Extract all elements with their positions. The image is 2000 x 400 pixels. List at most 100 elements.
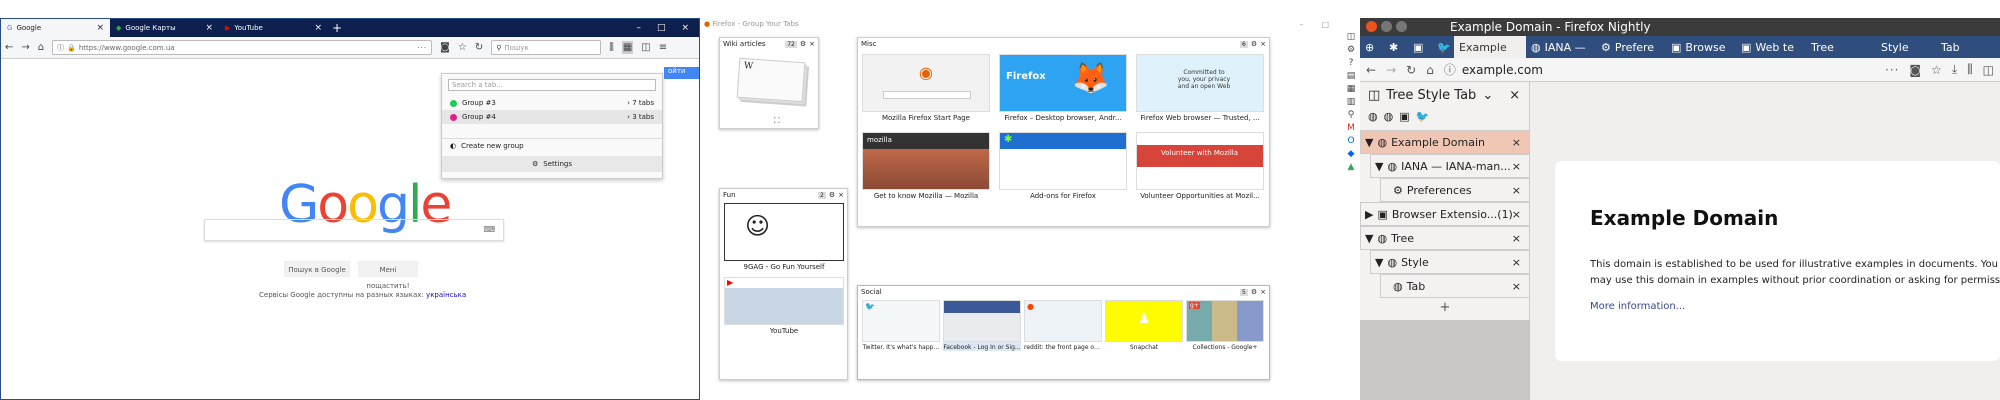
close-icon[interactable]: × [838,191,844,199]
download-icon[interactable]: ⤓ [1952,62,1957,77]
close-icon[interactable]: × [1512,184,1521,197]
create-group-button[interactable]: ◐ Create new group [442,138,662,152]
twisty-icon[interactable]: ▼ [1365,232,1373,245]
google-search-input[interactable]: ⌨ [204,219,504,241]
signin-button[interactable]: ойти [664,67,699,79]
group-name[interactable]: Social [861,288,882,296]
close-icon[interactable]: × [1512,208,1521,221]
tab-card[interactable]: Facebook - Log In or Sig... [943,300,1021,351]
pocket-icon[interactable]: ◙ [1909,63,1921,77]
tree-item-tree[interactable]: ▼ ◍ Tree × [1360,226,1530,250]
close-icon[interactable]: × [1512,136,1521,149]
maximize-icon[interactable]: □ [1321,20,1329,29]
twisty-icon[interactable]: ▼ [1375,160,1383,173]
twitter-icon[interactable]: 🐦 [1432,36,1454,58]
back-icon[interactable]: ← [1366,63,1376,77]
help-icon[interactable]: ? [1349,58,1354,68]
star-icon[interactable]: ☆ [458,42,467,53]
gear-icon[interactable]: ⚙ [800,40,806,48]
close-icon[interactable]: × [1512,280,1521,293]
twisty-icon[interactable]: ▼ [1375,256,1383,269]
home-icon[interactable]: ⌂ [38,42,44,53]
new-tab-button[interactable]: + [328,19,346,37]
tree-item-preferences[interactable]: ⚙ Preferences × [1380,178,1530,202]
tab-web-te[interactable]: ▣ Web te [1736,36,1806,58]
group-social[interactable]: Social 5 ⚙ × 🐦 Twitter. It's what's happ... … [857,285,1270,380]
group-name[interactable]: Fun [723,191,736,199]
grid-icon[interactable]: ▦ [1347,84,1356,94]
tree-item-iana[interactable]: ▼ ◍ IANA — IANA-man... × [1370,154,1530,178]
tab-card[interactable]: g+ Collections - Google+ [1186,300,1264,351]
tree-icon[interactable]: ▥ [1347,97,1356,107]
group-item[interactable]: Group #3 › 7 tabs [442,96,662,110]
sidebar-icon[interactable]: ◫ [641,42,650,53]
close-icon[interactable]: × [1260,288,1266,296]
new-tab-button[interactable]: + [1360,300,1530,315]
menu-icon[interactable]: ≡ [659,42,667,53]
tab-card[interactable]: ♟ Snapchat [1105,300,1183,351]
tree-style-tab-icon[interactable]: ▣ [1408,36,1432,58]
globe-icon[interactable]: ◍ [1368,110,1378,123]
tab-card[interactable]: ✱ Add-ons for Firefox [999,132,1127,200]
tab-card[interactable]: ▶ YouTube [724,277,844,335]
tab-card[interactable]: ◉ Mozilla Firefox Start Page [862,54,990,122]
search-tab-input[interactable]: Search a tab... [448,79,656,91]
twisty-icon[interactable]: ▼ [1365,136,1373,149]
group-name[interactable]: Wiki articles [723,40,766,48]
home-icon[interactable]: ⌂ [1426,63,1434,77]
tab-card[interactable]: ☺ 9GAG - Go Fun Yourself [724,203,844,271]
tab-preferences[interactable]: ⚙ Prefere [1596,36,1666,58]
group-item[interactable]: Group #4 › 3 tabs [442,110,662,124]
minimize-icon[interactable] [1381,21,1392,32]
tab-youtube[interactable]: ▶ YouTube × [219,19,328,37]
tab-google-maps[interactable]: ◆ Google Карты × [110,19,219,37]
close-icon[interactable]: × [1512,232,1521,245]
close-icon[interactable]: × [1512,160,1521,173]
sidebar-title[interactable]: Tree Style Tab [1386,88,1476,103]
more-info-link[interactable]: More information... [1590,301,1685,312]
back-icon[interactable]: ← [5,42,13,53]
keyboard-icon[interactable]: ⌨ [483,225,495,234]
extensions-icon[interactable]: ✱ [1384,36,1408,58]
tab-card[interactable]: Committed to you, your privacy and an op… [1136,54,1264,122]
gear-icon[interactable]: ⚙ [1347,45,1355,55]
tab-browser-extensions[interactable]: ▣ Browse [1666,36,1736,58]
tab-card[interactable]: mozilla Get to know Mozilla — Mozilla [862,132,990,200]
gear-icon[interactable]: ⚙ [829,191,835,199]
group-fun[interactable]: Fun 2 ⚙ × ☺ 9GAG - Go Fun Yourself ▶ YouTube [719,188,848,380]
reload-icon[interactable]: ↻ [475,42,483,53]
tab-card[interactable]: ● reddit: the front page of ... [1024,300,1102,351]
tab-google[interactable]: G Google × [1,19,110,37]
gear-icon[interactable]: ⚙ [1251,288,1257,296]
maximize-icon[interactable]: □ [657,23,666,33]
expand-icon[interactable]: ⛶ [774,116,780,126]
tab-example[interactable]: Example [1454,36,1526,58]
language-link[interactable]: українська [426,291,466,299]
close-icon[interactable]: × [1512,256,1521,269]
minimize-icon[interactable]: – [636,23,641,33]
tree-item-example-domain[interactable]: ▼ ◍ Example Domain × [1360,130,1530,154]
stacked-thumbnails[interactable]: W [736,57,806,103]
close-icon[interactable]: × [96,23,104,33]
toolbar-button[interactable]: ⊕ [1360,36,1384,58]
pocket-icon[interactable]: ◙ [440,42,450,53]
minimize-icon[interactable]: – [1299,20,1303,29]
library-icon[interactable]: ⫼ [1967,62,1973,77]
gmail-icon[interactable]: M [1347,123,1355,133]
forward-icon[interactable]: → [21,42,29,53]
tab-style[interactable]: Style [1876,36,1936,58]
tab-card[interactable]: Volunteer with Mozilla Volunteer Opportun… [1136,132,1264,200]
tab-iana[interactable]: ◍ IANA — [1526,36,1596,58]
twisty-collapsed-icon[interactable]: ▶ [1365,208,1373,221]
url-bar[interactable]: ⓘ example.com ··· [1444,61,1900,79]
gear-icon[interactable]: ⚙ [1251,40,1257,48]
close-icon[interactable]: × [314,23,322,33]
tab-tab[interactable]: Tab [1936,36,1976,58]
page-actions-icon[interactable]: ··· [1885,63,1899,77]
close-window-icon[interactable] [1366,21,1377,32]
close-icon[interactable]: × [1509,88,1520,103]
panel-icon[interactable]: ▤ [1347,71,1356,81]
outlook-icon[interactable]: O [1347,136,1354,146]
chevron-down-icon[interactable]: ⌄ [1482,88,1493,103]
lucky-button[interactable]: Мені пощастить! [358,261,418,290]
